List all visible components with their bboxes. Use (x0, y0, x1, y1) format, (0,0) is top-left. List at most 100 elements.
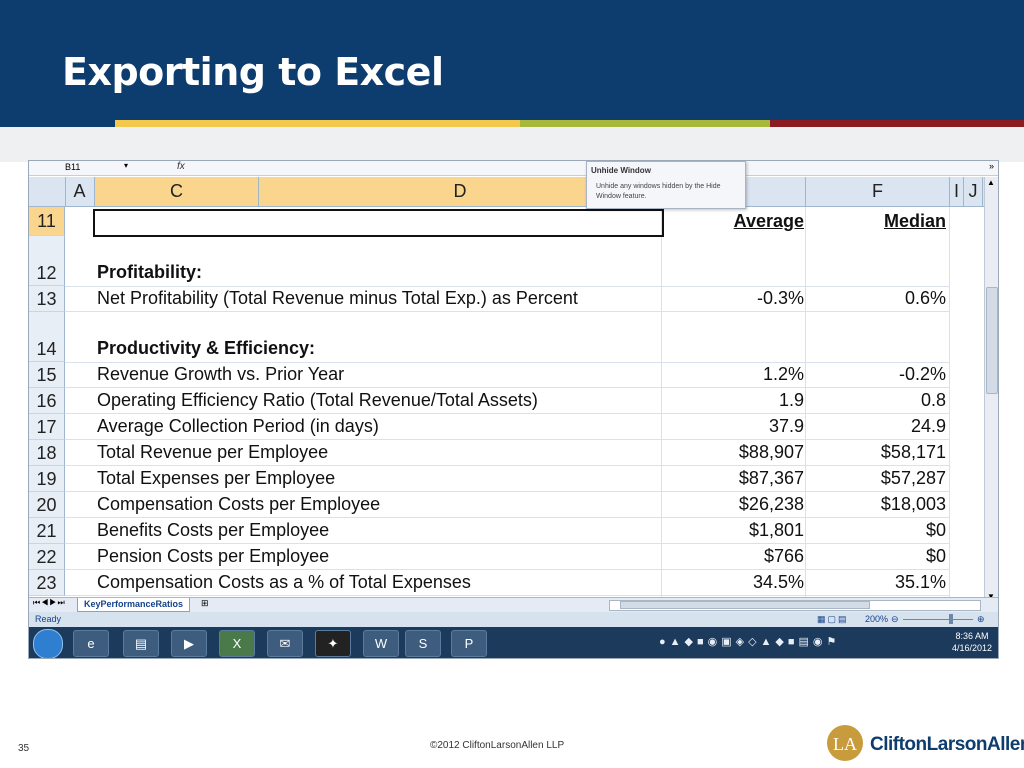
company-logo: LA CliftonLarsonAllen (825, 723, 1024, 763)
status-bar: Ready ▦▢▤ 200% ⊖ ⊕ (29, 612, 998, 627)
system-tray-icons[interactable]: ●▲◆■◉▣◈◇▲◆■▤◉⚑ (659, 635, 840, 648)
table-row[interactable]: 19 Total Expenses per Employee $87,367 $… (29, 466, 984, 492)
average-value: 37.9 (768, 416, 804, 436)
selected-cell-b11[interactable] (93, 209, 664, 237)
view-buttons-icon[interactable]: ▦▢▤ (817, 612, 849, 627)
median-value: $0 (925, 520, 946, 540)
row-divider (65, 362, 950, 363)
powerpoint-icon[interactable]: P (451, 630, 487, 657)
scroll-thumb[interactable] (986, 287, 998, 394)
row-number[interactable]: 19 (29, 466, 65, 492)
row-label: Total Expenses per Employee (97, 468, 336, 488)
sheet-tab-keyperformanceratios[interactable]: KeyPerformanceRatios (77, 598, 191, 612)
zoom-slider[interactable]: ⊖ ⊕ (891, 612, 986, 627)
svg-text:LA: LA (833, 734, 857, 754)
sheet-nav-icon[interactable]: ⏮◀▶⏭ (33, 598, 66, 608)
row-number[interactable]: 12 (29, 236, 65, 286)
row-divider (65, 595, 950, 596)
table-row[interactable]: 14 Productivity & Efficiency: (29, 312, 984, 362)
table-row[interactable]: 20 Compensation Costs per Employee $26,2… (29, 492, 984, 518)
table-row[interactable]: 11 Average Median (29, 207, 984, 237)
unhide-window-tooltip: Unhide Window Unhide any windows hidden … (586, 161, 746, 209)
scroll-up-icon[interactable]: ▲ (987, 178, 995, 187)
page-number: 35 (18, 743, 30, 754)
row-number[interactable]: 17 (29, 414, 65, 440)
row-number[interactable]: 20 (29, 492, 65, 518)
median-value: $0 (925, 546, 946, 566)
row-label: Total Revenue per Employee (97, 442, 329, 462)
row-label: Net Profitability (Total Revenue minus T… (97, 288, 578, 308)
vertical-scrollbar[interactable]: ▲ ▼ (984, 177, 998, 602)
row-number[interactable]: 23 (29, 570, 65, 596)
insert-sheet-icon[interactable]: ⊞ (201, 598, 209, 609)
row-label: Average Collection Period (in days) (97, 416, 379, 436)
table-row[interactable]: 21 Benefits Costs per Employee $1,801 $0 (29, 518, 984, 544)
row-label: Benefits Costs per Employee (97, 520, 330, 540)
zoom-out-icon[interactable]: ⊖ (891, 612, 899, 627)
copyright: ©2012 CliftonLarsonAllen LLP (430, 740, 565, 751)
median-value: 0.8 (920, 390, 946, 410)
column-header-c[interactable]: C (95, 177, 259, 206)
expand-formula-icon[interactable]: » (989, 161, 994, 171)
table-row[interactable]: 23 Compensation Costs as a % of Total Ex… (29, 570, 984, 596)
tooltip-text: Unhide any windows hidden by the Hide Wi… (596, 183, 721, 200)
slide-header: Exporting to Excel (0, 0, 1024, 120)
average-value: $1,801 (748, 520, 804, 540)
table-row[interactable]: 16 Operating Efficiency Ratio (Total Rev… (29, 388, 984, 414)
row-number[interactable]: 11 (29, 207, 65, 236)
row-label: Revenue Growth vs. Prior Year (97, 364, 345, 384)
file-explorer-icon[interactable]: ▤ (123, 630, 159, 657)
row-number[interactable]: 18 (29, 440, 65, 466)
zoom-thumb[interactable] (949, 614, 953, 624)
average-value: $87,367 (738, 468, 804, 488)
horizontal-scroll-thumb[interactable] (620, 601, 870, 609)
zoom-level[interactable]: 200% (865, 612, 888, 627)
median-value: $57,287 (880, 468, 946, 488)
row-number[interactable]: 22 (29, 544, 65, 570)
average-value: $26,238 (738, 494, 804, 514)
column-header-a[interactable]: A (65, 177, 95, 206)
formula-bar: B11 ▾ fx » (29, 161, 998, 176)
windows-start-icon[interactable] (33, 629, 63, 658)
word-icon[interactable]: W (363, 630, 399, 657)
logo-mark-icon: LA (827, 725, 863, 761)
excel-icon[interactable]: X (219, 630, 255, 657)
select-all-corner[interactable] (29, 177, 66, 206)
column-header-i[interactable]: I (950, 177, 964, 206)
table-row[interactable]: 13 Net Profitability (Total Revenue minu… (29, 286, 984, 312)
outlook-icon[interactable]: ✉ (267, 630, 303, 657)
row-number[interactable]: 13 (29, 286, 65, 312)
average-value: 1.9 (778, 390, 804, 410)
table-row[interactable]: 12 Profitability: (29, 236, 984, 286)
taskbar-clock[interactable]: 8:36 AM 4/16/2012 (952, 630, 992, 654)
slide-title: Exporting to Excel (62, 50, 444, 94)
zoom-track (903, 619, 973, 620)
app-icon[interactable]: ✦ (315, 630, 351, 657)
media-player-icon[interactable]: ▶ (171, 630, 207, 657)
zoom-in-icon[interactable]: ⊕ (977, 612, 985, 627)
column-header-j[interactable]: J (964, 177, 983, 206)
table-row[interactable]: 18 Total Revenue per Employee $88,907 $5… (29, 440, 984, 466)
row-divider (65, 286, 950, 287)
sheet-tab-bar: ⏮◀▶⏭ KeyPerformanceRatios ⊞ (29, 597, 998, 612)
row-number[interactable]: 15 (29, 362, 65, 388)
row-number[interactable]: 14 (29, 312, 65, 362)
fx-icon[interactable]: fx (177, 161, 185, 172)
table-row[interactable]: 22 Pension Costs per Employee $766 $0 (29, 544, 984, 570)
name-box-dropdown-icon[interactable]: ▾ (124, 161, 128, 170)
table-row[interactable]: 17 Average Collection Period (in days) 3… (29, 414, 984, 440)
internet-explorer-icon[interactable]: e (73, 630, 109, 657)
median-value: 0.6% (904, 288, 946, 308)
average-value: 34.5% (752, 572, 804, 592)
table-row[interactable]: 15 Revenue Growth vs. Prior Year 1.2% -0… (29, 362, 984, 388)
logo-text: CliftonLarsonAllen (870, 734, 1024, 755)
app-swirl-icon[interactable]: S (405, 630, 441, 657)
average-value: 1.2% (762, 364, 804, 384)
column-header-f[interactable]: F (806, 177, 950, 206)
row-number[interactable]: 21 (29, 518, 65, 544)
median-value: 24.9 (910, 416, 946, 436)
row-number[interactable]: 16 (29, 388, 65, 414)
horizontal-scrollbar[interactable] (609, 600, 981, 611)
row-label: Compensation Costs per Employee (97, 494, 381, 514)
column-headers: A C D E F I J (29, 177, 984, 207)
